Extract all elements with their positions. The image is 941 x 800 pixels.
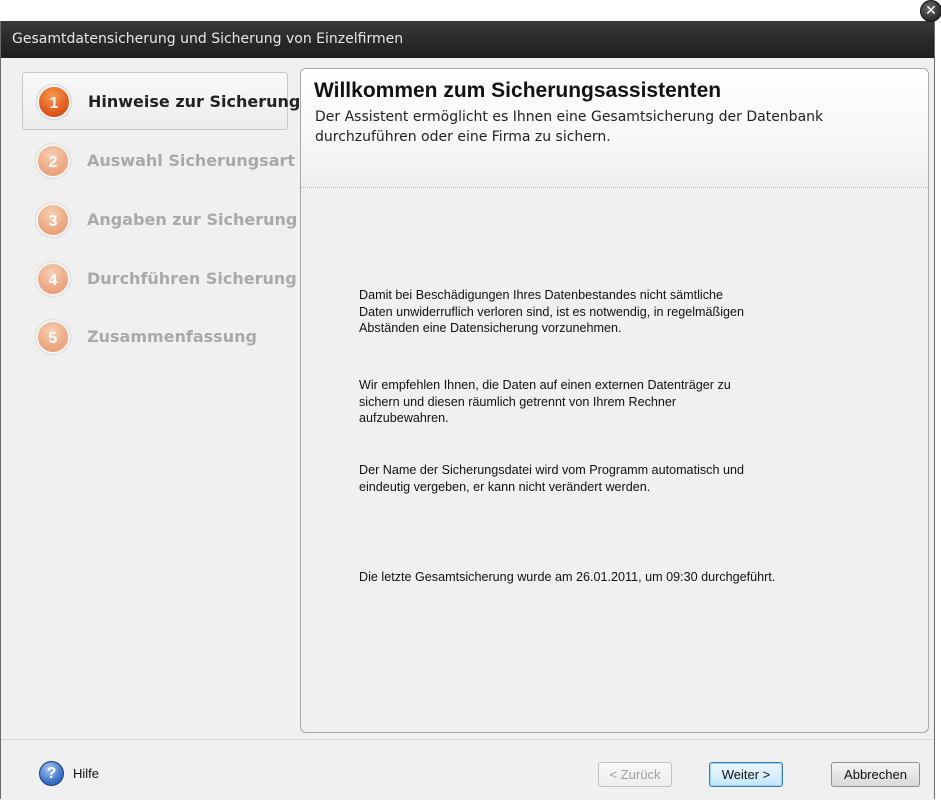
title-bar: Gesamtdatensicherung und Sicherung von E… [1, 21, 934, 58]
step-label: Hinweise zur Sicherung [88, 92, 301, 111]
step-1-hinweise: 1 Hinweise zur Sicherung [22, 72, 300, 130]
step-label: Auswahl Sicherungsart [87, 151, 296, 170]
close-icon[interactable]: ✕ [920, 0, 941, 22]
step-2-auswahl: 2 Auswahl Sicherungsart [22, 132, 295, 190]
step-3-angaben: 3 Angaben zur Sicherung [22, 191, 297, 249]
next-button[interactable]: Weiter > [709, 762, 783, 787]
wizard-window: Gesamtdatensicherung und Sicherung von E… [0, 21, 935, 800]
page-subtitle: Der Assistent ermöglicht es Ihnen eine G… [315, 109, 824, 145]
back-button[interactable]: < Zurück [598, 762, 672, 787]
window-title: Gesamtdatensicherung und Sicherung von E… [12, 31, 404, 47]
step-label: Zusammenfassung [87, 327, 257, 346]
step-number-badge: 1 [37, 85, 71, 119]
step-label: Durchführen Sicherung [87, 269, 297, 288]
panel-header: Willkommen zum Sicherungsassistenten Der… [301, 69, 928, 188]
info-paragraph: Wir empfehlen Ihnen, die Daten auf einen… [359, 378, 731, 425]
step-number-badge: 4 [36, 262, 70, 296]
step-4-durchfuehren: 4 Durchführen Sicherung [22, 250, 297, 308]
step-number-badge: 5 [36, 320, 70, 354]
step-label: Angaben zur Sicherung [87, 210, 298, 229]
step-number-badge: 3 [36, 203, 70, 237]
help-icon[interactable]: ? [39, 761, 64, 786]
info-paragraph: Der Name der Sicherungsdatei wird vom Pr… [359, 463, 744, 494]
cancel-button[interactable]: Abbrechen [831, 762, 920, 787]
step-number-badge: 2 [36, 144, 70, 178]
button-bar: ? Hilfe < Zurück Weiter > Abbrechen [1, 739, 934, 800]
last-backup-info: Die letzte Gesamtsicherung wurde am 26.0… [359, 570, 776, 584]
help-link[interactable]: Hilfe [73, 761, 99, 786]
info-paragraph: Damit bei Beschädigungen Ihres Datenbest… [359, 288, 745, 335]
step-5-zusammenfassung: 5 Zusammenfassung [22, 308, 288, 366]
page-title: Willkommen zum Sicherungsassistenten [314, 79, 722, 102]
